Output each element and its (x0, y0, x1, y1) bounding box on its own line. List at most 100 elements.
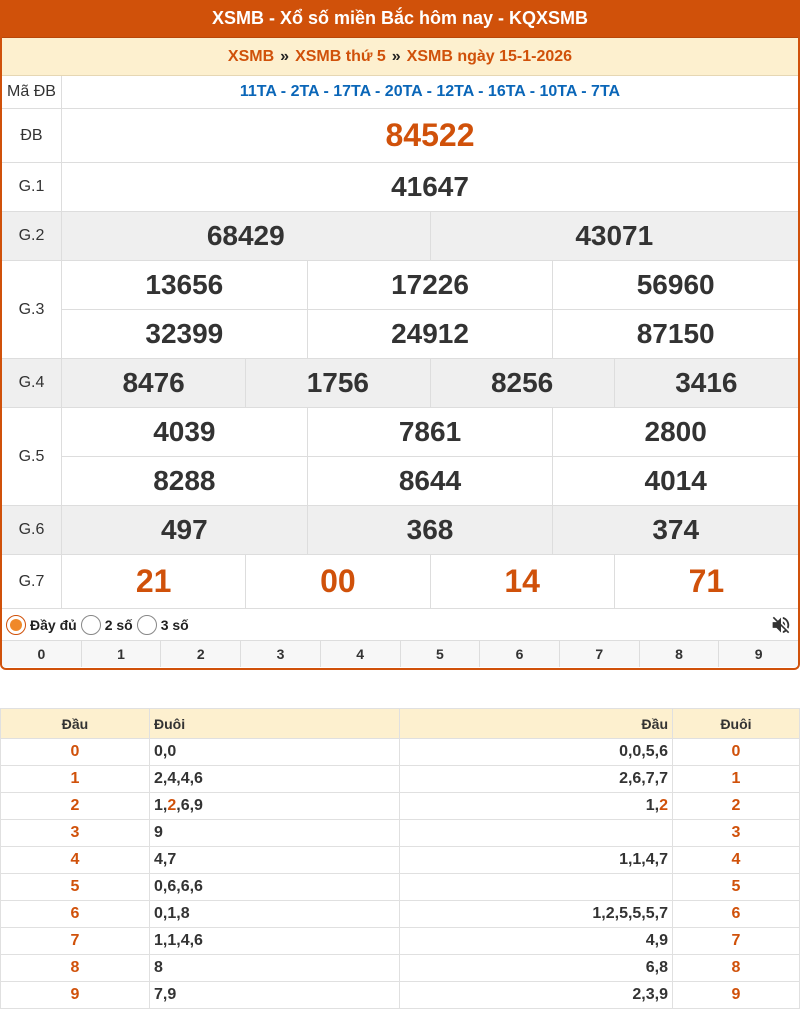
option-two-digits[interactable]: 2 số (80, 614, 133, 635)
prize-number: 374 (552, 506, 798, 554)
prize-number: 3416 (613, 359, 798, 407)
results-panel: XSMB - Xổ số miền Bắc hôm nay - KQXSMB X… (0, 0, 800, 670)
dau-highlight: 2 (659, 797, 668, 814)
dau-cell: 1 (0, 765, 150, 793)
dau-list-cell: 6,8 (399, 954, 673, 982)
digit-filter: 0 1 2 3 4 5 6 7 8 9 (2, 641, 798, 667)
digit-button-1[interactable]: 1 (80, 641, 161, 667)
dau-list-cell: 2,3,9 (399, 981, 673, 1009)
prize-label: G.3 (2, 261, 62, 358)
dau-cell: 2 (0, 792, 150, 820)
dau-list-cell: 1,2 (399, 792, 673, 820)
prize-number: 24912 (306, 310, 553, 358)
option-full[interactable]: Đầy đủ (6, 614, 77, 635)
duoi-cell: 0,0 (149, 738, 400, 766)
prize-label: G.4 (2, 359, 62, 407)
duoi-key-cell: 2 (672, 792, 800, 820)
radio-two-digits[interactable] (80, 614, 101, 635)
prize-number: 1756 (245, 359, 429, 407)
duoi-part: ,6,9 (176, 797, 203, 814)
prize-number: 2800 (552, 408, 798, 456)
row-g7: G.7 21 00 14 71 (2, 555, 798, 609)
duoi-key-cell: 6 (672, 900, 800, 928)
prize-number: 14 (429, 555, 614, 608)
radio-three-digits[interactable] (136, 614, 157, 635)
prize-number: 8644 (306, 457, 553, 505)
volume-off-icon[interactable] (768, 612, 794, 638)
duoi-cell: 1,1,4,6 (149, 927, 400, 955)
digit-button-8[interactable]: 8 (638, 641, 719, 667)
duoi-key-cell: 1 (672, 765, 800, 793)
dau-cell: 5 (0, 873, 150, 901)
dau-cell: 6 (0, 900, 150, 928)
radio-full[interactable] (6, 614, 26, 635)
digit-button-2[interactable]: 2 (160, 641, 240, 667)
duoi-highlight: 2 (167, 797, 177, 814)
prize-number: 8288 (153, 465, 216, 496)
duoi-cell: 2,4,4,6 (149, 765, 400, 793)
prize-number: 00 (245, 555, 429, 608)
table-row: 5 0,6,6,6 5 (0, 873, 800, 901)
prize-number: 368 (306, 506, 553, 554)
prize-number: 84522 (385, 117, 475, 153)
special-codes: 11TA - 2TA - 17TA - 20TA - 12TA - 16TA -… (239, 83, 621, 100)
dau-list-cell: 2,6,7,7 (399, 765, 673, 793)
duoi-key-cell: 9 (672, 981, 800, 1009)
row-g2: G.2 68429 43071 (2, 212, 798, 261)
option-three-label: 3 số (160, 616, 189, 633)
table-row: 1 2,4,4,6 2,6,7,7 1 (0, 765, 800, 793)
dau-cell: 4 (0, 846, 150, 874)
digit-button-4[interactable]: 4 (319, 641, 400, 667)
duoi-key-cell: 8 (672, 954, 800, 982)
duoi-cell: 7,9 (149, 981, 400, 1009)
option-three-digits[interactable]: 3 số (136, 614, 189, 635)
prize-number: 68429 (206, 220, 285, 251)
dau-cell: 7 (0, 927, 150, 955)
prize-label: Mã ĐB (2, 76, 62, 108)
dau-list-cell (399, 819, 673, 847)
row-g3: G.3 13656 17226 56960 32399 24912 87150 (2, 261, 798, 359)
row-g1: G.1 41647 (2, 163, 798, 212)
dau-list-cell: 4,9 (399, 927, 673, 955)
dau-cell: 9 (0, 981, 150, 1009)
dau-cell: 0 (0, 738, 150, 766)
dau-part: 1, (645, 797, 660, 814)
table-row: 7 1,1,4,6 4,9 7 (0, 927, 800, 955)
prize-number: 13656 (145, 269, 224, 300)
digit-button-3[interactable]: 3 (240, 641, 320, 667)
prize-number: 43071 (429, 212, 799, 260)
digit-button-0[interactable]: 0 (2, 641, 81, 667)
duoi-cell: 8 (149, 954, 400, 982)
row-ma-db: Mã ĐB 11TA - 2TA - 17TA - 20TA - 12TA - … (2, 76, 798, 109)
prize-number: 32399 (145, 318, 224, 349)
dau-cell: 3 (0, 819, 150, 847)
duoi-cell: 0,1,8 (149, 900, 400, 928)
table-row: 6 0,1,8 1,2,5,5,5,7 6 (0, 900, 800, 928)
breadcrumb-separator: » (391, 47, 401, 65)
prize-number: 8476 (122, 367, 185, 398)
breadcrumb-xsmb[interactable]: XSMB (228, 48, 274, 66)
breadcrumb-xsmb-thu-5[interactable]: XSMB thứ 5 (295, 48, 386, 66)
option-two-label: 2 số (104, 616, 133, 633)
loto-table: Đầu Đuôi Đầu Đuôi 0 0,0 0,0,5,6 0 1 2,4,… (0, 708, 800, 1009)
prize-label: ĐB (2, 109, 62, 162)
digit-button-5[interactable]: 5 (399, 641, 480, 667)
option-full-label: Đầy đủ (30, 616, 77, 633)
loto-header-row: Đầu Đuôi Đầu Đuôi (0, 708, 800, 739)
digit-button-9[interactable]: 9 (718, 641, 798, 667)
digit-button-7[interactable]: 7 (558, 641, 639, 667)
table-row: 0 0,0 0,0,5,6 0 (0, 738, 800, 766)
row-g5: G.5 4039 7861 2800 8288 8644 4014 (2, 408, 798, 506)
duoi-part: 1, (154, 797, 168, 814)
breadcrumb-xsmb-date[interactable]: XSMB ngày 15-1-2026 (407, 48, 572, 66)
digit-button-6[interactable]: 6 (479, 641, 559, 667)
table-row: 4 4,7 1,1,4,7 4 (0, 846, 800, 874)
prize-label: G.2 (2, 212, 62, 260)
prize-number: 87150 (552, 310, 798, 358)
prize-number: 4014 (552, 457, 798, 505)
duoi-key-cell: 5 (672, 873, 800, 901)
display-options: Đầy đủ 2 số 3 số (2, 609, 798, 641)
column-header-duoi: Đuôi (149, 708, 400, 739)
page-title: XSMB - Xổ số miền Bắc hôm nay - KQXSMB (2, 0, 798, 38)
prize-number: 7861 (306, 408, 553, 456)
